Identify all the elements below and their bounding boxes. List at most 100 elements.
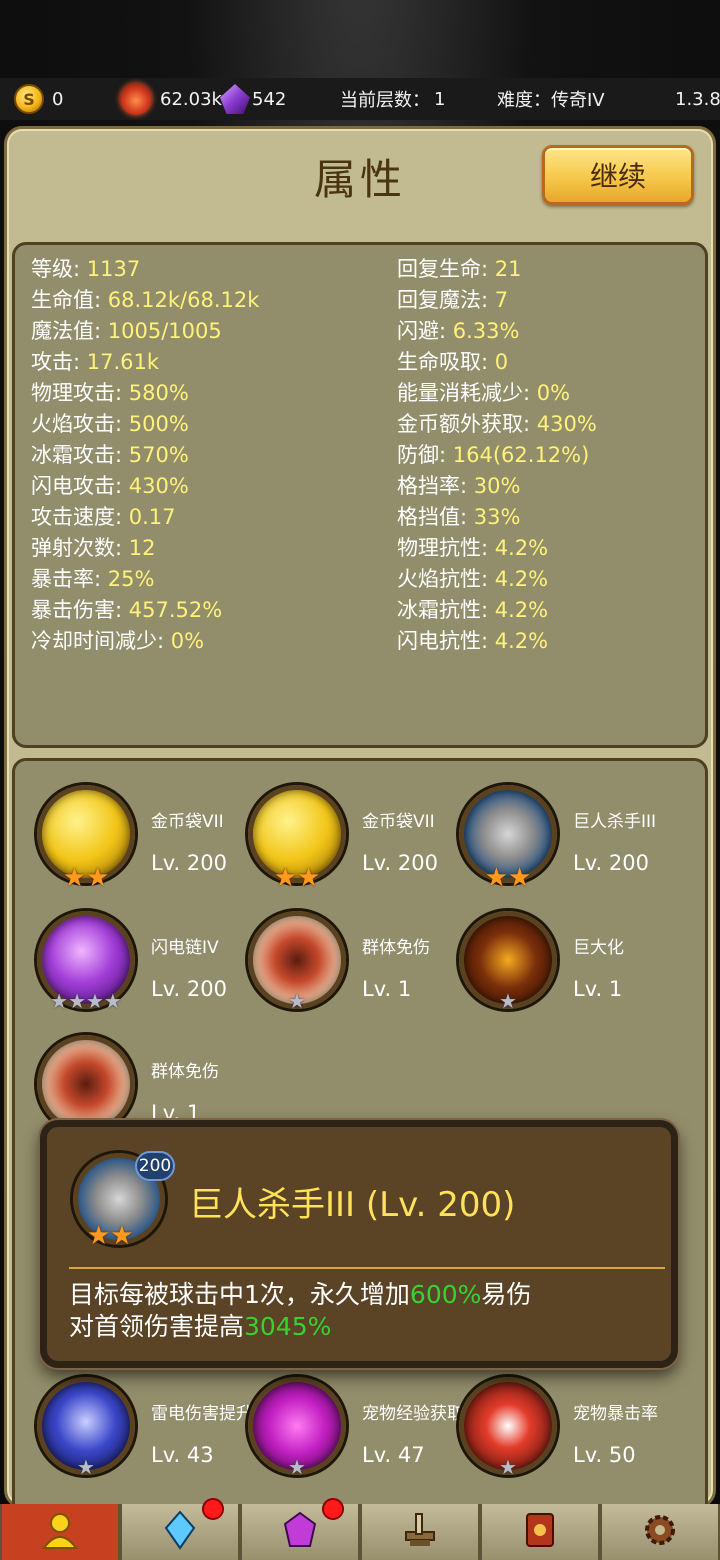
skill-name: 巨人杀手III xyxy=(573,812,657,832)
stat-value: 17.61k xyxy=(86,350,160,374)
skill-stars: ★ xyxy=(499,1455,517,1479)
tooltip-title: 巨人杀手III (Lv. 200) xyxy=(189,1185,516,1225)
skill-level: Lv. 1 xyxy=(573,977,623,1001)
skill-stars: ★★ xyxy=(484,863,532,893)
stat-value: 570% xyxy=(128,443,189,467)
gold-counter: S 0 xyxy=(14,78,63,120)
stat-label: 火焰抗性: xyxy=(397,567,495,591)
anvil-icon xyxy=(400,1510,440,1554)
nav-tab-rune[interactable] xyxy=(240,1498,360,1560)
rune-icon xyxy=(280,1510,320,1554)
skill-stars: ★★★★ xyxy=(50,989,122,1013)
stat-row: 防御: 164(62.12%) xyxy=(397,439,589,469)
stat-value: 0 xyxy=(494,350,509,374)
tooltip-stars: ★★ xyxy=(87,1221,134,1251)
skill-tooltip: 200 ★★ 巨人杀手III (Lv. 200) 目标每被球击中1次，永久增加6… xyxy=(40,1120,678,1368)
skill-level: Lv. 200 xyxy=(573,851,649,875)
skill-card[interactable]: ★ 宠物暴击率 Lv. 50 xyxy=(437,1377,658,1495)
stat-row: 闪电抗性: 4.2% xyxy=(397,625,548,655)
stat-label: 暴击伤害: xyxy=(31,598,129,622)
stat-label: 冰霜攻击: xyxy=(31,443,129,467)
stat-value: 6.33% xyxy=(452,319,520,343)
gold-amount: 0 xyxy=(52,88,64,110)
stat-value: 0% xyxy=(170,629,205,653)
stats-box: 等级: 1137 生命值: 68.12k/68.12k 魔法值: 1005/1005… xyxy=(12,242,708,748)
fire-orb-icon xyxy=(120,83,152,115)
stat-label: 闪电攻击: xyxy=(31,474,129,498)
continue-button[interactable]: 继续 xyxy=(542,145,694,205)
nav-tab-settings[interactable] xyxy=(600,1504,720,1560)
stat-value: 500% xyxy=(128,412,189,436)
stat-value: 1005/1005 xyxy=(107,319,222,343)
stat-label: 生命值: xyxy=(31,288,108,312)
skill-card[interactable]: ★★★★ 闪电链IV Lv. 200 xyxy=(15,911,227,1029)
stat-row: 攻击: 17.61k xyxy=(31,346,159,376)
tooltip-desc-line-2: 对首领伤害提高3045% xyxy=(69,1311,665,1343)
skill-stars: ★ xyxy=(288,1455,306,1479)
skill-level: Lv. 1 xyxy=(362,977,412,1001)
skill-card[interactable]: ★ 雷电伤害提升 Lv. 43 xyxy=(15,1377,253,1495)
notification-dot xyxy=(202,1498,224,1520)
stat-label: 冷却时间减少: xyxy=(31,629,171,653)
stat-row: 回复生命: 21 xyxy=(397,253,522,283)
stat-value: 430% xyxy=(128,474,189,498)
gem-amount: 542 xyxy=(252,88,287,110)
fire-counter: 62.03k xyxy=(120,78,222,120)
stat-row: 回复魔法: 7 xyxy=(397,284,508,314)
notification-dot xyxy=(322,1498,344,1520)
skill-level: Lv. 200 xyxy=(151,851,227,875)
nav-tab-book[interactable] xyxy=(480,1504,600,1560)
stat-row: 暴击率: 25% xyxy=(31,563,154,593)
stat-label: 金币额外获取: xyxy=(397,412,537,436)
skill-name: 巨大化 xyxy=(573,938,624,958)
stat-row: 暴击伤害: 457.52% xyxy=(31,594,222,624)
stat-label: 火焰攻击: xyxy=(31,412,129,436)
skill-card[interactable]: ★★ 巨人杀手III Lv. 200 xyxy=(437,785,656,903)
desc-highlight: 3045% xyxy=(244,1312,332,1341)
skill-card[interactable]: ★ 宠物经验获取 Lv. 47 xyxy=(226,1377,464,1495)
stat-value: 33% xyxy=(473,505,521,529)
stat-label: 攻击速度: xyxy=(31,505,129,529)
skill-card[interactable]: ★★ 金币袋VII Lv. 200 xyxy=(226,785,438,903)
person-icon xyxy=(40,1510,80,1554)
stat-value: 457.52% xyxy=(128,598,223,622)
skill-stars: ★ xyxy=(77,1455,95,1479)
stat-row: 火焰抗性: 4.2% xyxy=(397,563,548,593)
skill-stars: ★★ xyxy=(273,863,321,893)
stat-value: 7 xyxy=(494,288,509,312)
stat-row: 物理抗性: 4.2% xyxy=(397,532,548,562)
skill-name: 闪电链IV xyxy=(151,938,219,958)
stat-label: 等级: xyxy=(31,257,87,281)
stat-label: 防御: xyxy=(397,443,453,467)
stat-label: 回复生命: xyxy=(397,257,495,281)
desc-text: 易伤 xyxy=(481,1280,532,1309)
book-icon xyxy=(520,1510,560,1554)
stat-label: 闪避: xyxy=(397,319,453,343)
desc-text: 目标每被球击中1次，永久增加 xyxy=(69,1280,410,1309)
crystal-icon xyxy=(160,1510,200,1554)
stat-label: 格挡值: xyxy=(397,505,474,529)
skill-level: Lv. 50 xyxy=(573,1443,636,1467)
nav-tab-crystal[interactable] xyxy=(120,1498,240,1560)
difficulty-value: 传奇IV xyxy=(551,90,605,111)
stat-row: 冰霜抗性: 4.2% xyxy=(397,594,548,624)
skill-name: 群体免伤 xyxy=(151,1062,219,1082)
stat-row: 金币额外获取: 430% xyxy=(397,408,597,438)
bottom-nav xyxy=(0,1498,720,1560)
stat-row: 能量消耗减少: 0% xyxy=(397,377,570,407)
stat-value: 4.2% xyxy=(494,629,549,653)
stat-value: 0.17 xyxy=(128,505,176,529)
floor-indicator: 当前层数： 1 xyxy=(340,78,445,120)
tooltip-description: 目标每被球击中1次，永久增加600%易伤 对首领伤害提高3045% xyxy=(69,1279,665,1343)
nav-tab-character[interactable] xyxy=(0,1504,120,1560)
stat-row: 物理攻击: 580% xyxy=(31,377,189,407)
nav-tab-forge[interactable] xyxy=(360,1504,480,1560)
stat-value: 580% xyxy=(128,381,189,405)
stat-label: 攻击: xyxy=(31,350,87,374)
skill-card[interactable]: ★ 群体免伤 Lv. 1 xyxy=(226,911,438,1029)
stat-row: 等级: 1137 xyxy=(31,253,140,283)
stat-label: 魔法值: xyxy=(31,319,108,343)
skill-card[interactable]: ★★ 金币袋VII Lv. 200 xyxy=(15,785,227,903)
skill-card[interactable]: ★ 巨大化 Lv. 1 xyxy=(437,911,649,1029)
stat-row: 魔法值: 1005/1005 xyxy=(31,315,222,345)
